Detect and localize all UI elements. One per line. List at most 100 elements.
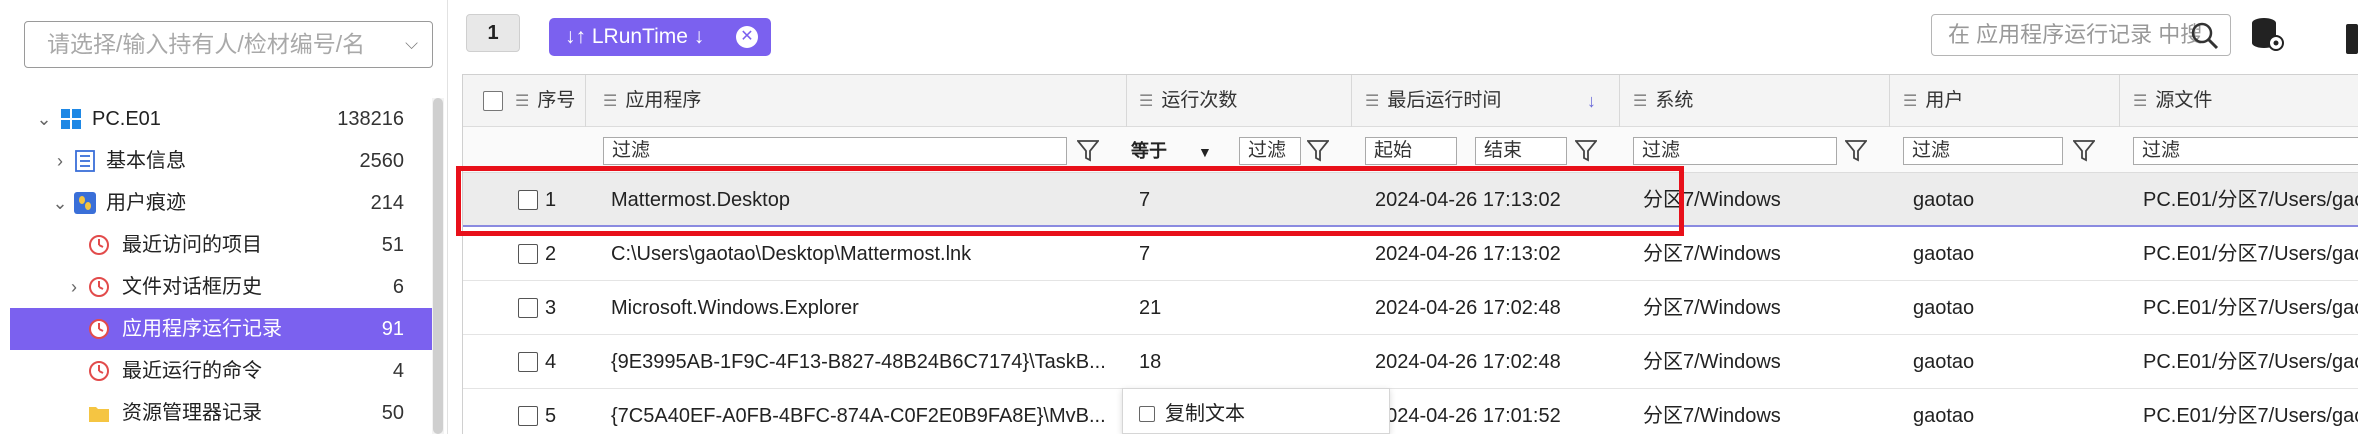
column-divider[interactable] [1126, 75, 1127, 127]
context-menu-copy-text[interactable]: 复制文本 [1165, 403, 1245, 425]
source-filter-input[interactable]: 过滤 [2133, 137, 2358, 165]
cell-app: Microsoft.Windows.Explorer [611, 297, 859, 319]
count-operator-select[interactable]: 等于 ▼ [1131, 137, 1212, 165]
select-all-checkbox[interactable] [483, 91, 503, 111]
evidence-picker[interactable]: 请选择/输入持有人/检材编号/名 ⌵ [24, 21, 433, 68]
tree-scrollbar-thumb[interactable] [433, 98, 443, 434]
column-label: 应用程序 [625, 90, 702, 111]
column-header-last-run-time[interactable]: ☰ 最后运行时间 [1365, 75, 1501, 127]
cell-app: C:\Users\gaotao\Desktop\Mattermost.lnk [611, 243, 972, 265]
table-row[interactable]: 3 Microsoft.Windows.Explorer 21 2024-04-… [463, 281, 2358, 335]
chevron-right-icon[interactable]: › [50, 140, 70, 182]
table-row[interactable]: 5 {7C5A40EF-A0FB-4BFC-874A-C0F2E0B9FA8E}… [463, 389, 2358, 434]
tree-node-file-dialog-history[interactable]: › 文件对话框历史 6 [10, 266, 432, 308]
table-row[interactable]: 1 Mattermost.Desktop 7 2024-04-26 17:13:… [463, 173, 2358, 227]
row-checkbox[interactable] [518, 190, 538, 210]
filter-icon[interactable] [1575, 139, 1597, 163]
copy-icon [1139, 406, 1155, 422]
chevron-right-icon[interactable]: › [64, 266, 84, 308]
filter-icon[interactable] [1845, 139, 1867, 163]
page-number-button[interactable]: 1 [466, 14, 520, 52]
tree-node-app-run-records[interactable]: 应用程序运行记录 91 [10, 308, 432, 350]
table-row[interactable]: 4 {9E3995AB-1F9C-4F13-B827-48B24B6C7174}… [463, 335, 2358, 389]
close-icon[interactable]: ✕ [736, 26, 758, 48]
folder-icon [89, 407, 109, 422]
column-header-count[interactable]: ☰ 运行次数 [1139, 75, 1237, 127]
cell-time: 2024-04-26 17:13:02 [1375, 189, 1561, 211]
sort-chip[interactable]: ↓↑ LRunTime ↓ ✕ [549, 18, 771, 56]
tree-node-basic-info[interactable]: › 基本信息 2560 [10, 140, 432, 182]
search-icon[interactable] [2190, 21, 2220, 51]
filter-icon[interactable] [1077, 139, 1099, 163]
column-header-source[interactable]: ☰ 源文件 [2133, 75, 2212, 127]
sort-arrows-icon: ↓↑ [565, 25, 586, 48]
drag-handle-icon[interactable]: ☰ [1633, 93, 1647, 110]
tree-node-recent-commands[interactable]: 最近运行的命令 4 [10, 350, 432, 392]
cell-no: 1 [545, 189, 557, 211]
drag-handle-icon[interactable]: ☰ [1365, 93, 1379, 110]
row-checkbox[interactable] [518, 244, 538, 264]
records-grid: ☰ 序号 ☰ 应用程序 ☰ 运行次数 ☰ 最后运行时间 ↓ ☰ 系统 ☰ 用户 ☰ 源文件 过… [462, 74, 2358, 434]
time-start-input[interactable]: 起始 [1365, 137, 1457, 165]
column-divider[interactable] [2119, 75, 2120, 127]
more-icon[interactable] [2346, 24, 2358, 54]
drag-handle-icon[interactable]: ☰ [1903, 93, 1917, 110]
database-settings-icon[interactable] [2250, 16, 2284, 52]
time-end-input[interactable]: 结束 [1475, 137, 1567, 165]
cell-no: 2 [545, 243, 557, 265]
footprint-icon [74, 192, 96, 214]
drag-handle-icon[interactable]: ☰ [515, 93, 529, 110]
tree-node-label: 用户痕迹 [106, 192, 186, 214]
caret-down-icon[interactable]: ▼ [1198, 144, 1212, 160]
column-divider[interactable] [1351, 75, 1352, 127]
column-header-no[interactable]: ☰ 序号 [515, 75, 575, 127]
tree-node-count: 51 [381, 234, 404, 256]
column-label: 用户 [1925, 90, 1964, 111]
cell-count: 7 [1139, 243, 1151, 265]
tree-node-pc-e01[interactable]: ⌄ PC.E01 138216 [10, 98, 432, 140]
sort-desc-icon[interactable]: ↓ [1587, 75, 1596, 127]
row-checkbox[interactable] [518, 352, 538, 372]
cell-user: gaotao [1913, 351, 1975, 373]
drag-handle-icon[interactable]: ☰ [1139, 93, 1153, 110]
drag-handle-icon[interactable]: ☰ [603, 93, 617, 110]
app-filter-input[interactable]: 过滤 [603, 137, 1067, 165]
drag-handle-icon[interactable]: ☰ [2133, 93, 2147, 110]
cell-source: PC.E01/分区7/Users/gaotao [2143, 297, 2358, 319]
column-header-user[interactable]: ☰ 用户 [1903, 75, 1963, 127]
tree-node-label: 文件对话框历史 [122, 276, 262, 298]
column-label: 系统 [1655, 90, 1694, 111]
row-checkbox[interactable] [518, 298, 538, 318]
chevron-down-icon[interactable]: ⌄ [34, 98, 54, 140]
column-header-system[interactable]: ☰ 系统 [1633, 75, 1693, 127]
cell-source: PC.E01/分区7/Users/gaotao [2143, 351, 2358, 373]
column-divider[interactable] [1619, 75, 1620, 127]
user-filter-input[interactable]: 过滤 [1903, 137, 2063, 165]
column-divider[interactable] [585, 75, 586, 127]
windows-icon [61, 109, 81, 129]
tree-node-explorer-records[interactable]: 资源管理器记录 50 [10, 392, 432, 434]
clock-icon [89, 235, 109, 255]
tree-node-label: 最近访问的项目 [122, 234, 262, 256]
system-filter-input[interactable]: 过滤 [1633, 137, 1837, 165]
grid-header: ☰ 序号 ☰ 应用程序 ☰ 运行次数 ☰ 最后运行时间 ↓ ☰ 系统 ☰ 用户 ☰ 源文件 [463, 75, 2358, 127]
column-divider[interactable] [1889, 75, 1890, 127]
search-placeholder: 在 应用程序运行记录 中搜 [1948, 22, 2203, 47]
chevron-down-icon[interactable]: ⌵ [405, 22, 418, 66]
tree-node-count: 6 [392, 276, 404, 298]
cell-user: gaotao [1913, 189, 1975, 211]
cell-app: Mattermost.Desktop [611, 189, 790, 211]
filter-icon[interactable] [1307, 139, 1329, 163]
evidence-tree-panel: 请选择/输入持有人/检材编号/名 ⌵ ⌄ PC.E01 138216 › 基本信… [0, 0, 448, 434]
table-row[interactable]: 2 C:\Users\gaotao\Desktop\Mattermost.lnk… [463, 227, 2358, 281]
cell-user: gaotao [1913, 405, 1975, 427]
tree-node-recent-items[interactable]: 最近访问的项目 51 [10, 224, 432, 266]
count-filter-input[interactable]: 过滤 [1239, 137, 1301, 165]
filter-icon[interactable] [2073, 139, 2095, 163]
tree-node-label: 最近运行的命令 [122, 360, 262, 382]
chevron-down-icon[interactable]: ⌄ [50, 182, 70, 224]
column-header-app[interactable]: ☰ 应用程序 [603, 75, 701, 127]
row-checkbox[interactable] [518, 406, 538, 426]
search-input[interactable]: 在 应用程序运行记录 中搜 [1931, 14, 2231, 56]
tree-node-user-traces[interactable]: ⌄ 用户痕迹 214 [10, 182, 432, 224]
